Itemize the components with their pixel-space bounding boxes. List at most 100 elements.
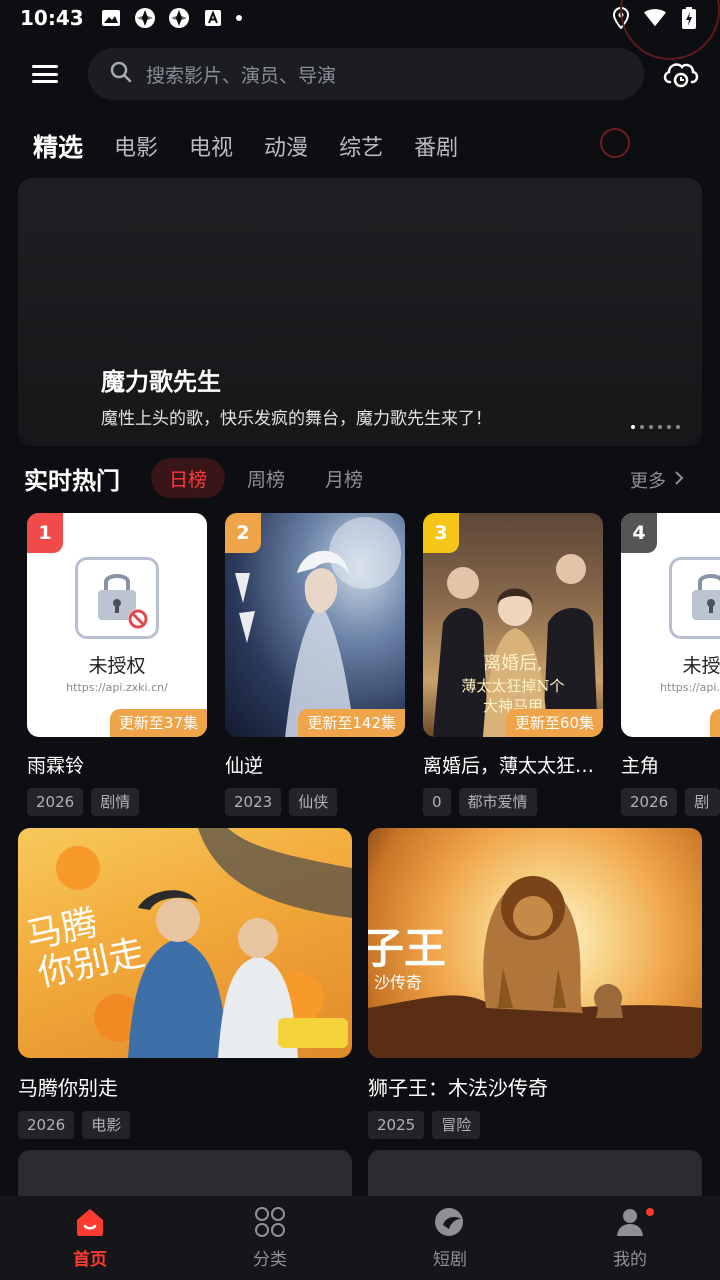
hot-list-item[interactable]: 2 更新至142集 仙逆 2023 仙侠 (225, 513, 405, 816)
nav-label: 我的 (613, 1249, 647, 1270)
genre-tag: 冒险 (432, 1111, 481, 1139)
app-icon (168, 7, 190, 29)
notification-badge (644, 1206, 656, 1218)
poster-image: 离婚后, 薄太太狂掉N个 大神马甲 3 更新至60集 (423, 513, 603, 737)
lock-icon (669, 557, 720, 639)
item-title: 雨霖铃 (27, 755, 85, 777)
unauthorized-text: 未授权 (88, 655, 146, 677)
nav-category[interactable]: 分类 (180, 1196, 360, 1280)
decorative-circle (600, 128, 630, 158)
poster-image: 未授权 https://api.zxki.cn/ 1 更新至37集 (27, 513, 207, 737)
episode-badge: 更新至142集 (298, 709, 405, 737)
ranking-tabs: 日榜 周榜 月榜 (151, 458, 381, 498)
wifi-icon (644, 7, 666, 29)
app-icon (134, 7, 156, 29)
tab-movies[interactable]: 电影 (114, 130, 158, 162)
rank-badge: 4 (621, 513, 657, 553)
tab-variety[interactable]: 综艺 (339, 130, 383, 162)
pagination-dot (631, 425, 635, 429)
tab-tv[interactable]: 电视 (189, 130, 233, 162)
status-time: 10:43 (20, 6, 84, 30)
nav-home[interactable]: 首页 (0, 1196, 180, 1280)
battery-icon (678, 7, 700, 29)
unauthorized-url: https://api.zxki.cn/ (660, 681, 720, 694)
featured-item[interactable]: 马腾 你别走 马腾你别走 2026 电影 (18, 828, 352, 1139)
poster-image: 2 更新至142集 (225, 513, 405, 737)
item-title: 离婚后，薄太太狂… (423, 755, 595, 777)
banner-description: 魔性上头的歌，快乐发疯的舞台，魔力歌先生来了！ (101, 409, 492, 429)
rank-badge: 1 (27, 513, 63, 553)
genre-tag: 剧情 (685, 788, 720, 816)
tab-daily[interactable]: 日榜 (151, 458, 226, 498)
pagination-dot (676, 425, 680, 429)
hot-list-item[interactable]: 未授权 https://api.zxki.cn/ 4 更新至 主角 2026 剧… (621, 513, 720, 816)
episode-badge: 更新至60集 (505, 709, 603, 737)
status-bar: 10:43 (0, 0, 720, 36)
tab-monthly[interactable]: 月榜 (307, 458, 381, 498)
genre-tag: 电影 (82, 1111, 131, 1139)
genre-tag: 剧情 (91, 788, 140, 816)
year-tag: 2026 (27, 788, 84, 816)
svg-text:沙传奇: 沙传奇 (374, 973, 422, 992)
user-icon (615, 1207, 645, 1241)
year-tag: 2026 (18, 1111, 75, 1139)
year-tag: 2025 (368, 1111, 425, 1139)
loading-card (18, 1150, 352, 1196)
year-tag: 2026 (621, 788, 678, 816)
pagination-dot (649, 425, 653, 429)
pagination-dot (667, 425, 671, 429)
nav-label: 短剧 (433, 1249, 467, 1270)
nav-profile[interactable]: 我的 (540, 1196, 720, 1280)
nav-label: 首页 (73, 1249, 107, 1270)
rank-badge: 2 (225, 513, 261, 553)
banner-title: 魔力歌先生 (101, 368, 221, 396)
svg-text:薄太太狂掉N个: 薄太太狂掉N个 (461, 677, 564, 695)
category-tabs: 精选 电影 电视 动漫 综艺 番剧 (0, 120, 458, 172)
pagination-dot (658, 425, 662, 429)
menu-button[interactable] (26, 60, 64, 88)
hot-list-item[interactable]: 离婚后, 薄太太狂掉N个 大神马甲 3 更新至60集 离婚后，薄太太狂… 0 都… (423, 513, 603, 816)
nav-short-drama[interactable]: 短剧 (360, 1196, 540, 1280)
notification-icons (100, 7, 242, 29)
tab-weekly[interactable]: 周榜 (229, 458, 303, 498)
banner-pagination (631, 425, 680, 429)
search-input[interactable]: 搜索影片、演员、导演 (88, 48, 644, 100)
tab-bangumi[interactable]: 番剧 (414, 130, 458, 162)
lock-icon (75, 557, 159, 639)
genre-tag: 都市爱情 (458, 788, 537, 816)
hot-list-item[interactable]: 未授权 https://api.zxki.cn/ 1 更新至37集 雨霖铃 20… (27, 513, 207, 816)
unauthorized-text: 未授权 (682, 655, 720, 677)
home-icon (74, 1207, 106, 1241)
year-tag: 2023 (225, 788, 282, 816)
item-title: 狮子王：木法沙传奇 (368, 1076, 548, 1100)
more-notifications-dot (235, 15, 242, 21)
grid-icon (254, 1206, 286, 1241)
tab-anime[interactable]: 动漫 (264, 130, 308, 162)
top-header: 搜索影片、演员、导演 (0, 36, 720, 112)
more-link[interactable]: 更多 (630, 467, 684, 493)
search-icon (110, 61, 132, 87)
tab-featured[interactable]: 精选 (33, 128, 83, 164)
svg-text:离婚后,: 离婚后, (483, 653, 543, 674)
pagination-dot (640, 425, 644, 429)
bottom-navigation: 首页 分类 短剧 我的 (0, 1196, 720, 1280)
poster-image: 未授权 https://api.zxki.cn/ 4 更新至 (621, 513, 720, 737)
loading-card (368, 1150, 702, 1196)
poster-image: 马腾 你别走 (18, 828, 352, 1058)
more-label: 更多 (630, 471, 666, 492)
unauthorized-url: https://api.zxki.cn/ (66, 681, 168, 694)
item-title: 主角 (621, 755, 660, 777)
short-drama-icon (433, 1207, 467, 1241)
item-title: 马腾你别走 (18, 1076, 118, 1100)
nav-label: 分类 (253, 1249, 287, 1270)
search-placeholder: 搜索影片、演员、导演 (146, 64, 337, 87)
episode-badge: 更新至 (710, 709, 720, 737)
location-icon (610, 7, 632, 29)
featured-banner[interactable]: 魔力歌先生 魔性上头的歌，快乐发疯的舞台，魔力歌先生来了！ (18, 178, 702, 446)
poster-image: 子王 沙传奇 (368, 828, 702, 1058)
gallery-icon (100, 7, 122, 29)
section-title: 实时热门 (24, 467, 120, 495)
item-title: 仙逆 (225, 755, 264, 777)
featured-item[interactable]: 子王 沙传奇 狮子王：木法沙传奇 2025 冒险 (368, 828, 702, 1139)
cloud-sync-icon[interactable] (660, 52, 702, 94)
